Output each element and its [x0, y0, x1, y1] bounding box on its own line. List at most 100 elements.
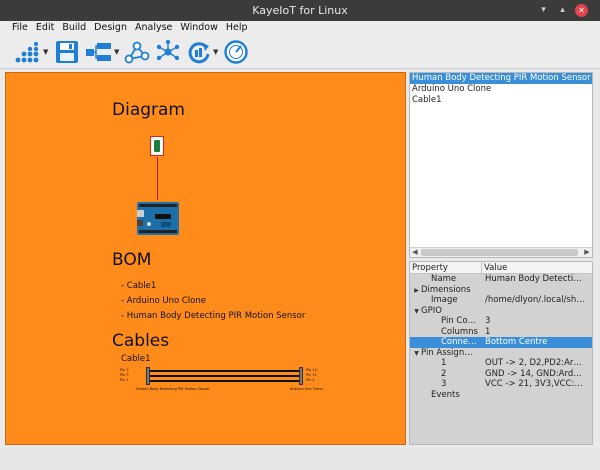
property-value[interactable]: OUT -> 2, D2,PD2:Ar… [482, 358, 592, 369]
menu-bar: File Edit Build Design Analyse Window He… [0, 21, 600, 35]
property-value[interactable] [482, 390, 592, 401]
list-item[interactable]: Human Body Detecting PIR Motion Sensor [410, 73, 592, 84]
network-nodes-icon [124, 41, 150, 64]
menu-help[interactable]: Help [222, 21, 252, 35]
scroll-left-icon[interactable]: ◀ [410, 248, 420, 257]
status-bar [0, 448, 600, 470]
sync-button[interactable]: ▼ [186, 38, 218, 66]
bom-heading: BOM [112, 250, 152, 270]
property-value[interactable]: /home/dlyon/.local/sh… [482, 295, 592, 306]
expand-toggle-icon[interactable]: ▼ [412, 349, 421, 359]
property-row[interactable]: ▼ Pin Assign… [410, 348, 592, 359]
title-bar: KayeIoT for Linux ▾ ▴ ✕ [0, 0, 600, 21]
property-header: Property Value [410, 262, 592, 274]
window-title: KayeIoT for Linux [252, 4, 348, 17]
pir-sensor-component[interactable] [150, 136, 164, 156]
gauge-icon [224, 40, 248, 64]
cable-wire [150, 370, 299, 372]
menu-edit[interactable]: Edit [32, 21, 58, 35]
bom-item: - Arduino Uno Clone [121, 296, 206, 306]
close-icon[interactable]: ✕ [575, 4, 588, 17]
property-row[interactable]: Pin Co… 3 [410, 316, 592, 327]
property-value[interactable]: GND -> 14, GND:Ard… [482, 369, 592, 380]
components-list: Human Body Detecting PIR Motion Sensor A… [409, 72, 593, 258]
property-value[interactable]: 3 [482, 316, 592, 327]
property-row[interactable]: Columns 1 [410, 327, 592, 338]
cable-wire [150, 380, 299, 382]
grid-dots-icon [15, 42, 39, 63]
property-value[interactable]: Bottom Centre [482, 337, 592, 348]
property-row[interactable]: ▼ GPIO [410, 306, 592, 317]
property-row[interactable]: Conne… Bottom Centre [410, 337, 592, 348]
scroll-right-icon[interactable]: ▶ [582, 248, 592, 257]
menu-window[interactable]: Window [176, 21, 221, 35]
list-item[interactable]: Cable1 [410, 95, 592, 106]
property-value[interactable]: 1 [482, 327, 592, 338]
chevron-down-icon[interactable]: ▼ [114, 48, 119, 56]
property-value[interactable] [482, 348, 592, 359]
cables-heading: Cables [112, 331, 170, 351]
property-key: Pin Co… [441, 316, 477, 326]
diagram-canvas[interactable]: Diagram BOM - Cable1 - Arduino Uno Clone… [5, 72, 406, 445]
property-row[interactable]: 2 GND -> 14, GND:Ard… [410, 369, 592, 380]
right-panel: Human Body Detecting PIR Motion Sensor A… [409, 72, 593, 445]
diagram-heading: Diagram [112, 100, 185, 120]
cable-name: Cable1 [121, 354, 151, 364]
property-row[interactable]: 3 VCC -> 21, 3V3,VCC:… [410, 379, 592, 390]
property-row[interactable]: Name Human Body Detecti… [410, 274, 592, 285]
property-key: 1 [441, 358, 447, 368]
property-row[interactable]: Image/home/dlyon/.local/sh… [410, 295, 592, 306]
list-item[interactable]: Arduino Uno Clone [410, 84, 592, 95]
connect-blocks-icon [86, 43, 111, 61]
property-value[interactable]: VCC -> 21, 3V3,VCC:… [482, 379, 592, 390]
horizontal-scrollbar[interactable]: ◀ ▶ [410, 247, 592, 257]
chevron-down-icon[interactable]: ▼ [213, 48, 218, 56]
menu-analyse[interactable]: Analyse [131, 21, 176, 35]
property-key: 3 [441, 379, 447, 389]
connect-blocks-button[interactable]: ▼ [85, 38, 119, 66]
gauge-button[interactable] [223, 38, 249, 66]
bom-list: - Cable1 - Arduino Uno Clone - Human Bod… [121, 279, 305, 324]
menu-build[interactable]: Build [58, 21, 90, 35]
maximize-icon[interactable]: ▴ [556, 4, 569, 17]
cable-end-label-right: Arduino Uno Clone [290, 387, 323, 391]
property-row[interactable]: ▶ Dimensions [410, 285, 592, 296]
property-key: Image [431, 295, 458, 305]
property-key: Name [431, 274, 457, 284]
property-row[interactable]: Events [410, 390, 592, 401]
property-key: Pin Assign… [421, 347, 473, 358]
scrollbar-thumb[interactable] [421, 249, 578, 256]
property-value[interactable] [482, 285, 592, 296]
toolbar: ▼ ▼ ▼ [0, 35, 600, 69]
cable-diagram: Pin 2 Pin 3 Pin 1 Pin 14 Pin 21 Pin 2 Hu… [120, 365, 323, 395]
network-nodes-button[interactable] [124, 38, 150, 66]
minimize-icon[interactable]: ▾ [537, 4, 550, 17]
cable-end-label-left: Human Body Detecting PIR Motion Sensor [136, 387, 210, 391]
chevron-down-icon[interactable]: ▼ [43, 48, 48, 56]
property-key: Dimensions [421, 284, 471, 295]
property-key: GPIO [421, 305, 442, 316]
value-column-header[interactable]: Value [482, 262, 507, 273]
bom-item: - Cable1 [121, 281, 157, 291]
cable-pin-label: Pin 2 [306, 378, 315, 382]
grid-dots-button[interactable]: ▼ [14, 38, 48, 66]
menu-design[interactable]: Design [90, 21, 131, 35]
property-key: Conne… [441, 337, 477, 347]
cable-wire [150, 375, 299, 377]
expand-toggle-icon[interactable]: ▶ [412, 286, 421, 296]
property-value[interactable]: Human Body Detecti… [482, 274, 592, 285]
property-value[interactable] [482, 306, 592, 317]
cable-pin-label: Pin 1 [120, 378, 129, 382]
property-column-header[interactable]: Property [410, 262, 482, 273]
menu-file[interactable]: File [8, 21, 32, 35]
property-editor: Property Value Name Human Body Detecti… ▶ D… [409, 261, 593, 445]
connection-line [157, 157, 158, 200]
property-row[interactable]: 1 OUT -> 2, D2,PD2:Ar… [410, 358, 592, 369]
expand-toggle-icon[interactable]: ▼ [412, 307, 421, 317]
hub-button[interactable] [155, 38, 181, 66]
arduino-board-component[interactable] [137, 200, 180, 236]
save-icon [56, 41, 78, 63]
save-button[interactable] [54, 38, 80, 66]
property-key: Events [431, 389, 460, 400]
bom-item: - Human Body Detecting PIR Motion Sensor [121, 311, 306, 321]
